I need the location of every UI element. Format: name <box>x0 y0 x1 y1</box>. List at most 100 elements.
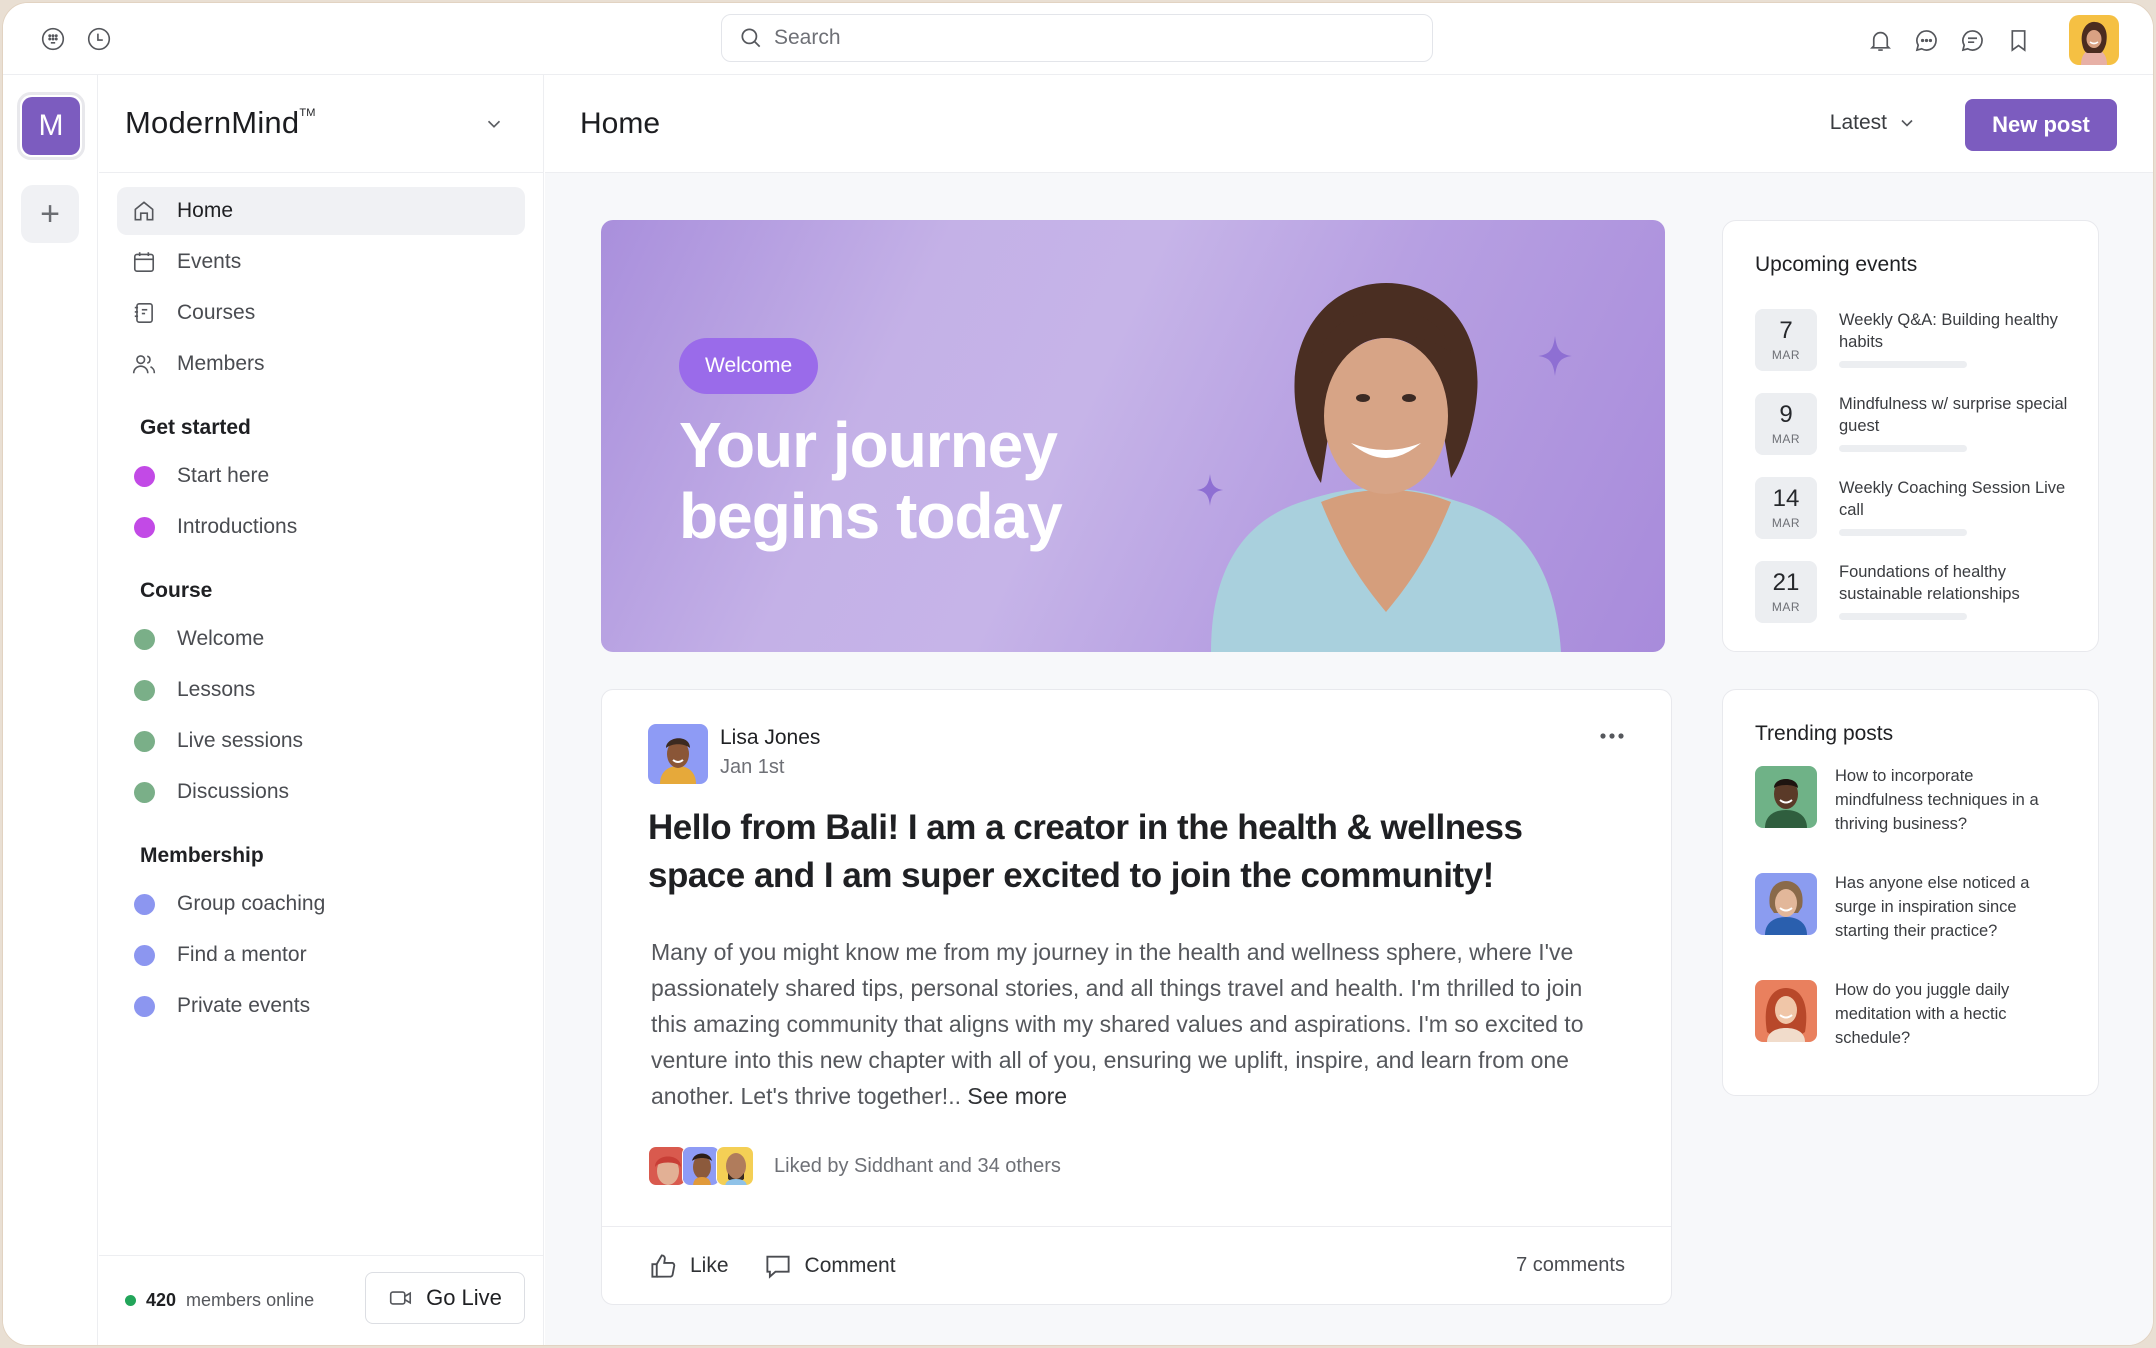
sidebar-item-lessons[interactable]: Lessons <box>117 666 525 714</box>
see-more-link[interactable]: See more <box>967 1083 1067 1109</box>
add-community-button[interactable]: + <box>21 185 79 243</box>
event-item[interactable]: 9 MAR Mindfulness w/ surprise special gu… <box>1755 393 2069 477</box>
go-live-label: Go Live <box>426 1285 502 1310</box>
banner-headline: Your journey begins today <box>679 409 1063 552</box>
upcoming-events-card: Upcoming events 7 MAR Weekly Q&A: Buildi… <box>1722 220 2099 652</box>
sidebar-item-label: Lessons <box>177 678 256 701</box>
search-bar[interactable] <box>721 14 1433 62</box>
event-title: Weekly Coaching Session Live call <box>1839 479 2066 519</box>
top-bar <box>3 3 2153 75</box>
post-body: Many of you might know me from my journe… <box>651 934 1611 1114</box>
messages-icon[interactable] <box>1957 25 1987 55</box>
page-title: Home <box>580 107 661 140</box>
sidebar-item-home[interactable]: Home <box>117 187 525 235</box>
sort-label: Latest <box>1829 111 1887 134</box>
sidebar-item-label: Discussions <box>177 780 290 803</box>
sidebar-item-private-events[interactable]: Private events <box>117 982 525 1030</box>
sidebar-item-label: Members <box>177 352 265 375</box>
video-camera-icon <box>389 1291 412 1305</box>
author-avatar[interactable] <box>648 724 708 784</box>
event-title: Foundations of healthy sustainable relat… <box>1839 563 2020 603</box>
event-placeholder-bar <box>1839 613 1967 620</box>
trademark: TM <box>299 106 316 119</box>
event-title: Weekly Q&A: Building healthy habits <box>1839 311 2058 351</box>
new-post-button[interactable]: New post <box>1965 99 2117 151</box>
post-actions: Like Comment 7 comments <box>602 1226 1671 1304</box>
calendar-icon <box>133 252 155 273</box>
event-day: 9 <box>1779 401 1793 428</box>
likes-summary[interactable]: Liked by Siddhant and 34 others <box>648 1146 1061 1186</box>
sidebar-item-find-a-mentor[interactable]: Find a mentor <box>117 931 525 979</box>
post-card: Lisa Jones Jan 1st Hello from Bali! I am… <box>601 689 1672 1305</box>
sidebar-nav: ModernMindTM Home Events Courses Members… <box>99 75 544 1345</box>
trending-posts-title: Trending posts <box>1755 722 1894 745</box>
more-options-icon[interactable] <box>1597 726 1627 746</box>
apps-grid-icon[interactable] <box>39 25 67 53</box>
sidebar-item-start-here[interactable]: Start here <box>117 452 525 500</box>
thumbs-up-icon <box>651 1253 676 1278</box>
sidebar-item-label: Start here <box>177 464 270 487</box>
like-button[interactable]: Like <box>648 1251 729 1281</box>
community-switcher-modernmind[interactable]: M <box>17 92 85 160</box>
event-date-badge: 7 MAR <box>1755 309 1817 371</box>
event-month: MAR <box>1771 348 1801 362</box>
members-online-status: 420 members online <box>125 1290 314 1311</box>
section-heading-get-started: Get started <box>140 416 251 439</box>
history-clock-icon[interactable] <box>85 25 113 53</box>
sidebar-item-introductions[interactable]: Introductions <box>117 503 525 551</box>
event-item[interactable]: 14 MAR Weekly Coaching Session Live call <box>1755 477 2069 561</box>
online-status-dot-icon <box>125 1295 136 1306</box>
search-input[interactable] <box>774 26 1374 50</box>
sidebar-item-courses[interactable]: Courses <box>117 289 525 337</box>
bookmark-icon[interactable] <box>2003 25 2033 55</box>
notebook-icon <box>134 302 153 324</box>
trending-post-item[interactable]: Has anyone else noticed a surge in inspi… <box>1755 873 2055 980</box>
community-name[interactable]: ModernMindTM <box>125 105 316 141</box>
liker-avatar <box>682 1146 720 1186</box>
event-placeholder-bar <box>1839 529 1967 536</box>
liker-avatars <box>648 1146 754 1186</box>
post-title[interactable]: Hello from Bali! I am a creator in the h… <box>648 804 1608 900</box>
members-icon <box>132 355 156 374</box>
search-icon <box>741 28 761 48</box>
post-author[interactable]: Lisa Jones Jan 1st <box>648 724 820 784</box>
chevron-down-icon[interactable] <box>483 113 505 135</box>
sidebar-item-discussions[interactable]: Discussions <box>117 768 525 816</box>
event-date-badge: 9 MAR <box>1755 393 1817 455</box>
trending-post-item[interactable]: How to incorporate mindfulness technique… <box>1755 766 2055 873</box>
event-item[interactable]: 21 MAR Foundations of healthy sustainabl… <box>1755 561 2069 645</box>
likes-text: Liked by Siddhant and 34 others <box>774 1154 1061 1177</box>
trending-post-item[interactable]: How do you juggle daily meditation with … <box>1755 980 2055 1087</box>
sidebar-item-events[interactable]: Events <box>117 238 525 286</box>
space-dot-icon <box>134 944 155 966</box>
trending-post-avatar <box>1755 873 1817 935</box>
plus-icon: + <box>40 194 60 233</box>
sidebar-item-label: Home <box>177 199 234 222</box>
hero-woman-photo <box>1211 283 1561 652</box>
sidebar-item-label: Courses <box>177 301 256 324</box>
brand-name: ModernMind <box>125 105 300 140</box>
sidebar-item-live-sessions[interactable]: Live sessions <box>117 717 525 765</box>
event-day: 21 <box>1772 569 1800 596</box>
bell-icon[interactable] <box>1865 25 1895 55</box>
sidebar-footer: 420 members online Go Live <box>99 1255 543 1345</box>
event-item[interactable]: 7 MAR Weekly Q&A: Building healthy habit… <box>1755 309 2069 393</box>
chat-bubble-icon[interactable] <box>1911 25 1941 55</box>
go-live-button[interactable]: Go Live <box>365 1272 525 1324</box>
sidebar-item-label: Private events <box>177 994 311 1017</box>
sidebar-item-group-coaching[interactable]: Group coaching <box>117 880 525 928</box>
comments-count-link[interactable]: 7 comments <box>1516 1254 1625 1277</box>
comment-button[interactable]: Comment <box>763 1251 896 1281</box>
user-avatar[interactable] <box>2069 15 2119 65</box>
trending-post-title: How to incorporate mindfulness technique… <box>1835 767 2039 833</box>
banner-headline-line: Your journey <box>679 409 1058 481</box>
event-month: MAR <box>1771 516 1801 530</box>
sort-dropdown[interactable]: Latest <box>1830 111 1917 135</box>
space-dot-icon <box>134 781 155 803</box>
sidebar-item-welcome[interactable]: Welcome <box>117 615 525 663</box>
author-name[interactable]: Lisa Jones <box>720 726 820 750</box>
event-date-badge: 14 MAR <box>1755 477 1817 539</box>
event-month: MAR <box>1771 432 1801 446</box>
welcome-banner[interactable]: Welcome Your journey begins today <box>601 220 1665 652</box>
sidebar-item-members[interactable]: Members <box>117 340 525 388</box>
